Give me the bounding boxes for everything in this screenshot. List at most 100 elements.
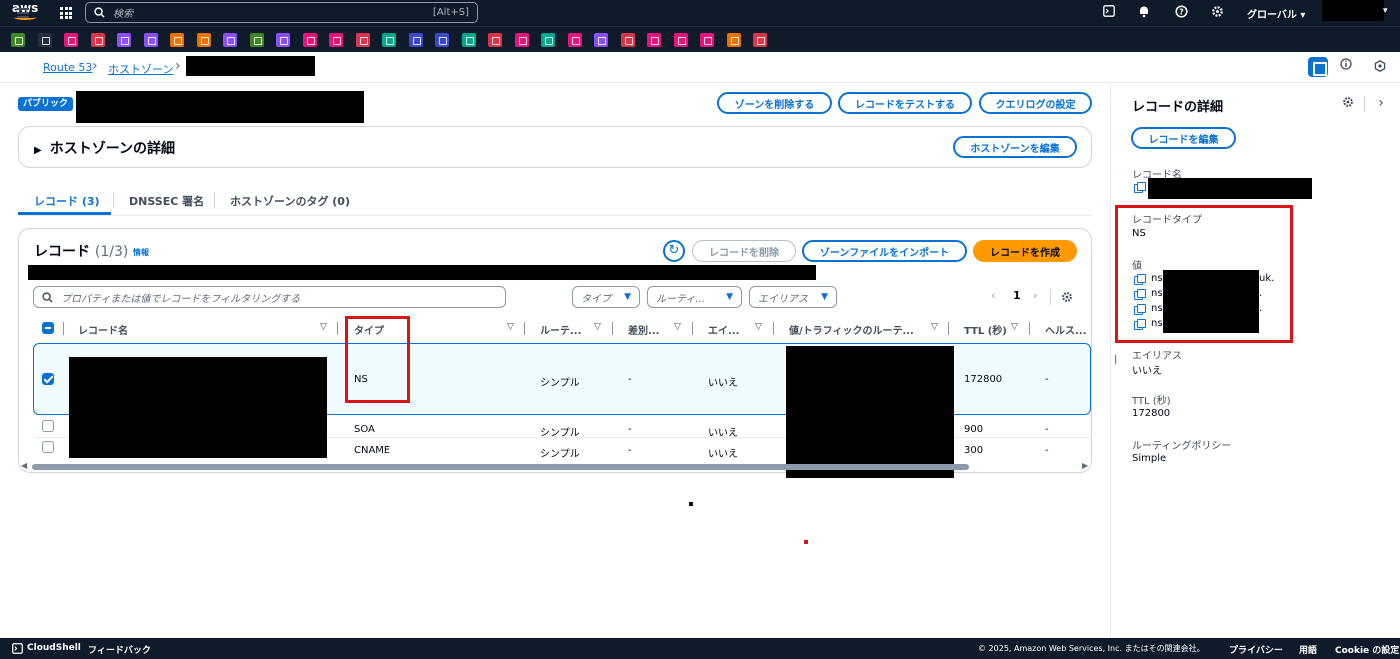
breadcrumb-hosted-zones[interactable]: ホストゾーン [108, 61, 173, 77]
row-checkbox[interactable] [42, 373, 54, 385]
favorite-service-icon[interactable] [700, 33, 714, 47]
test-record-button[interactable]: レコードをテストする [838, 92, 972, 114]
favorite-service-icon[interactable] [514, 33, 529, 47]
settings-hex-icon[interactable] [1372, 60, 1388, 76]
edit-hosted-zone-button[interactable]: ホストゾーンを編集 [953, 136, 1077, 158]
tab-records[interactable]: レコード (3) [34, 193, 100, 209]
favorite-service-icon[interactable] [64, 33, 78, 47]
panel-settings-icon[interactable] [1340, 96, 1356, 112]
row-checkbox[interactable] [42, 441, 54, 453]
favorite-service-icon[interactable] [673, 33, 688, 47]
record-filter-input[interactable]: プロパティまたは値でレコードをフィルタリングする [33, 286, 506, 308]
favorite-service-icon[interactable] [620, 33, 635, 47]
column-header-value[interactable]: 値/トラフィックのルーテ... [789, 322, 914, 337]
search-input[interactable]: 検索 [Alt+S] [85, 2, 478, 23]
copy-icon[interactable] [1134, 182, 1146, 193]
services-menu-icon[interactable] [60, 7, 72, 19]
horizontal-scrollbar[interactable] [32, 464, 969, 470]
column-header-routing[interactable]: ルーテ... [540, 322, 581, 337]
current-page[interactable]: 1 [1013, 289, 1021, 302]
copy-icon[interactable] [1134, 304, 1146, 315]
favorite-service-icon[interactable] [567, 33, 582, 47]
favorite-service-icon[interactable] [382, 33, 396, 47]
alias-filter-select[interactable]: エイリアス ▼ [749, 286, 837, 308]
account-menu-redacted[interactable] [1322, 0, 1384, 21]
routing-filter-select[interactable]: ルーティ... ▼ [647, 286, 742, 308]
hamburger-menu-icon[interactable] [17, 8, 29, 18]
sort-down-icon[interactable]: ▽ [755, 322, 762, 332]
favorite-service-icon[interactable] [594, 33, 608, 47]
query-log-button[interactable]: クエリログの設定 [979, 92, 1092, 114]
type-filter-select[interactable]: タイプ ▼ [572, 286, 640, 308]
info-link[interactable]: 情報 [133, 247, 149, 258]
gear-icon[interactable] [1209, 5, 1225, 21]
favorite-service-icon[interactable] [276, 33, 290, 47]
delete-zone-button[interactable]: ゾーンを削除する [717, 92, 832, 114]
copy-icon[interactable] [1134, 289, 1146, 300]
favorite-service-icon[interactable] [117, 33, 131, 47]
favorite-service-icon[interactable] [11, 33, 25, 47]
region-selector[interactable]: グローバル ▾ [1247, 6, 1305, 21]
favorite-service-icon[interactable] [726, 33, 741, 47]
prev-page-icon[interactable]: ‹ [991, 289, 995, 302]
bell-icon[interactable] [1136, 5, 1152, 21]
column-header-ttl[interactable]: TTL (秒) [964, 322, 1007, 337]
refresh-icon[interactable]: ↻ [663, 240, 685, 262]
delete-record-button[interactable]: レコードを削除 [692, 240, 796, 262]
favorite-service-icon[interactable] [461, 33, 476, 47]
import-zone-file-button[interactable]: ゾーンファイルをインポート [802, 240, 967, 262]
column-header-record-name[interactable]: レコード名 [78, 322, 128, 337]
sort-down-icon[interactable]: ▽ [320, 322, 327, 332]
sort-down-icon[interactable]: ▽ [931, 322, 938, 332]
table-settings-icon[interactable] [1061, 291, 1073, 306]
favorite-service-icon[interactable] [302, 33, 317, 47]
favorite-service-icon[interactable] [249, 33, 264, 47]
scroll-right-icon[interactable]: ▶ [1082, 461, 1088, 470]
next-page-icon[interactable]: › [1033, 289, 1037, 302]
info-icon[interactable] [1338, 58, 1354, 74]
footer-cookie[interactable]: Cookie の設定 [1335, 643, 1399, 656]
cloudshell-icon[interactable] [12, 643, 23, 657]
split-panel-toggle-icon[interactable] [1308, 57, 1328, 77]
favorite-service-icon[interactable] [196, 33, 211, 47]
tab-zone-tags[interactable]: ホストゾーンのタグ (0) [230, 193, 350, 209]
column-header-differentiator[interactable]: 差別... [628, 322, 659, 337]
breadcrumb-route53[interactable]: Route 53 [43, 61, 92, 74]
favorite-service-icon[interactable] [223, 33, 237, 47]
create-record-button[interactable]: レコードを作成 [973, 240, 1077, 262]
favorite-service-icon[interactable] [647, 33, 661, 47]
select-all-checkbox[interactable] [42, 322, 54, 334]
footer-privacy[interactable]: プライバシー [1229, 643, 1283, 656]
copy-icon[interactable] [1134, 319, 1146, 330]
column-header-alias[interactable]: エイ... [708, 322, 739, 337]
sort-down-icon[interactable]: ▽ [674, 322, 681, 332]
hosted-zone-details-toggle[interactable]: ▶ ホストゾーンの詳細 [34, 138, 175, 158]
favorite-service-icon[interactable] [435, 33, 449, 47]
column-header-health[interactable]: ヘルス... [1045, 322, 1086, 337]
scroll-left-icon[interactable]: ◀ [21, 461, 27, 470]
favorite-service-icon[interactable] [488, 33, 502, 47]
footer-feedback[interactable]: フィードバック [88, 643, 151, 656]
copy-icon[interactable] [1134, 274, 1146, 285]
favorite-service-icon[interactable] [753, 33, 767, 47]
row-checkbox[interactable] [42, 420, 54, 432]
edit-record-button[interactable]: レコードを編集 [1131, 127, 1236, 149]
favorite-service-icon[interactable] [90, 33, 105, 47]
favorite-service-icon[interactable] [37, 33, 52, 47]
favorite-service-icon[interactable] [355, 33, 370, 47]
favorite-service-icon[interactable] [408, 33, 423, 47]
cloudshell-icon[interactable] [1101, 5, 1117, 21]
tab-dnssec[interactable]: DNSSEC 署名 [129, 193, 204, 209]
sort-down-icon[interactable]: ▽ [507, 322, 514, 332]
footer-terms[interactable]: 用語 [1299, 643, 1317, 656]
favorite-service-icon[interactable] [143, 33, 158, 47]
favorite-service-icon[interactable] [170, 33, 184, 47]
close-panel-chevron-icon[interactable]: › [1373, 95, 1389, 111]
footer-cloudshell[interactable]: CloudShell [27, 643, 81, 653]
chevron-down-icon[interactable]: ▾ [1383, 6, 1388, 16]
panel-resize-handle[interactable]: | [1114, 354, 1117, 365]
favorite-service-icon[interactable] [541, 33, 555, 47]
help-icon[interactable]: ? [1173, 5, 1189, 21]
favorite-service-icon[interactable] [329, 33, 343, 47]
sort-down-icon[interactable]: ▽ [1011, 322, 1018, 332]
